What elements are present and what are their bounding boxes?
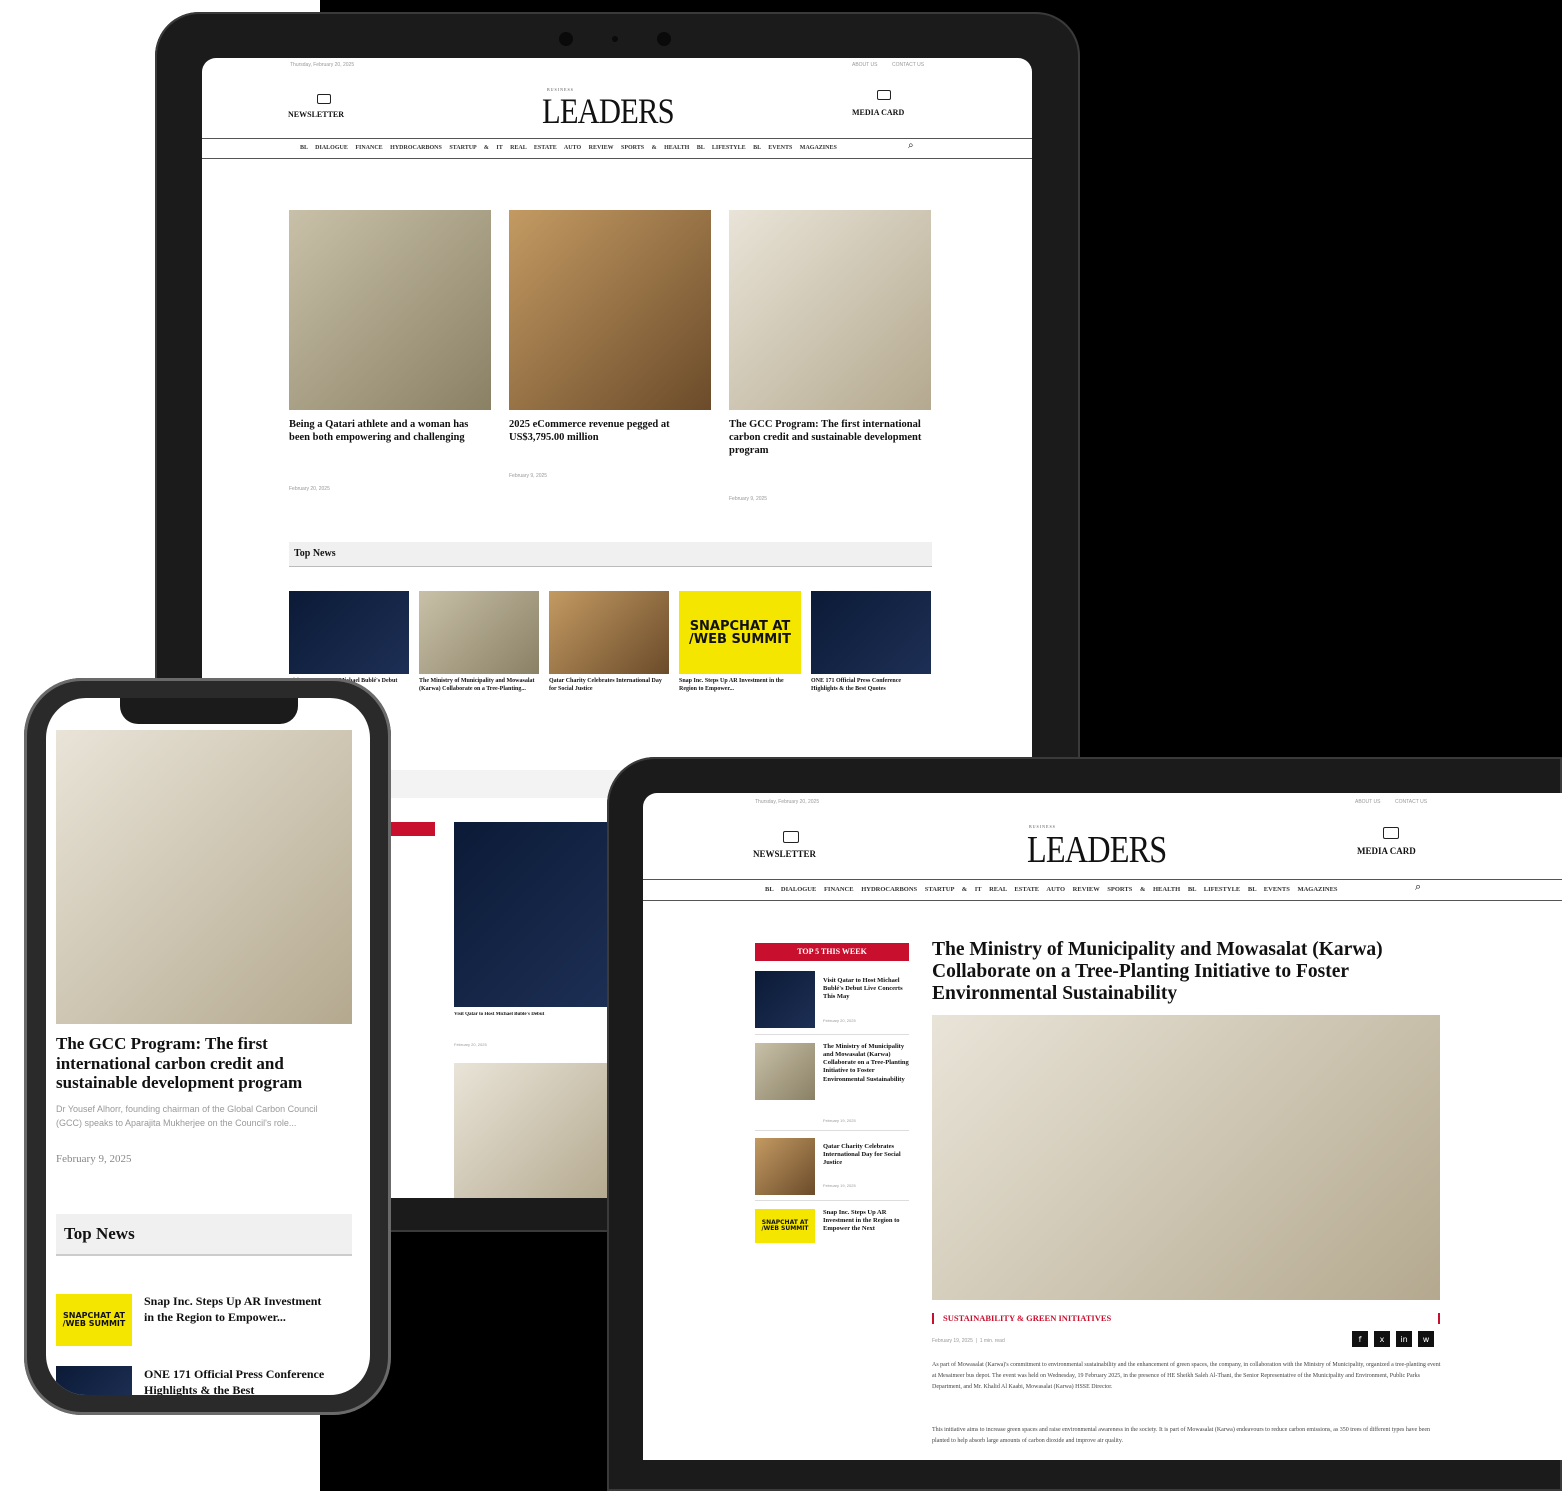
snapchat-logo-thumb[interactable]: SNAPCHAT AT /WEB SUMMIT xyxy=(755,1209,815,1243)
search-icon[interactable]: ⌕ xyxy=(1415,880,1421,894)
news-title[interactable]: ONE 171 Official Press Conference Highli… xyxy=(811,678,929,694)
sidebar-title[interactable]: Qatar Charity Celebrates International D… xyxy=(823,1143,909,1167)
phone-date: February 9, 2025 xyxy=(56,1153,132,1165)
article-date: February 9, 2025 xyxy=(509,473,548,479)
sidebar-thumb[interactable] xyxy=(755,1043,815,1100)
top-news-label: Top News xyxy=(294,548,336,559)
phone-news-title[interactable]: Snap Inc. Steps Up AR Investment in the … xyxy=(144,1293,334,1325)
sidebar-date: February 19, 2025 xyxy=(823,1183,856,1188)
about-link[interactable]: ABOUT US xyxy=(852,62,877,68)
tree-planting-thumb[interactable] xyxy=(454,1063,614,1198)
contact-link[interactable]: CONTACT US xyxy=(892,62,924,68)
news-title[interactable]: Qatar Charity Celebrates International D… xyxy=(549,678,667,694)
x-icon[interactable]: x xyxy=(1374,1331,1390,1347)
whatsapp-icon[interactable]: w xyxy=(1418,1331,1434,1347)
article-headline: The Ministry of Municipality and Mowasal… xyxy=(932,939,1383,1004)
about-link[interactable]: ABOUT US xyxy=(1355,799,1380,805)
small-tablet-screen: Thursday, February 20, 2025 ABOUT US CON… xyxy=(643,793,1562,1460)
article-title[interactable]: Being a Qatari athlete and a woman has b… xyxy=(289,418,489,444)
date-text: Thursday, February 20, 2025 xyxy=(290,62,355,68)
article-date: February 9, 2025 xyxy=(729,496,768,502)
phone-excerpt: Dr Yousef Alhorr, founding chairman of t… xyxy=(56,1104,318,1129)
sidebar-title[interactable]: Visit Qatar to Host Michael Bublé's Debu… xyxy=(823,977,909,1001)
article-date: February 20, 2025 xyxy=(289,486,330,492)
envelope-icon[interactable] xyxy=(317,94,331,104)
sidebar-title[interactable]: Snap Inc. Steps Up AR Investment in the … xyxy=(823,1209,909,1233)
article-image-athlete[interactable] xyxy=(289,210,491,410)
article-image-gcc[interactable] xyxy=(729,210,931,410)
main-nav[interactable]: BL DIALOGUE FINANCE HYDROCARBONS STARTUP… xyxy=(765,886,1338,893)
nav-divider xyxy=(202,158,1032,159)
search-icon[interactable]: ⌕ xyxy=(908,140,914,151)
article-paragraph: As part of Mowasalat (Karwa)'s commitmen… xyxy=(932,1362,1441,1391)
phone-notch xyxy=(120,698,298,724)
category-marker xyxy=(932,1313,934,1324)
site-logo[interactable]: LEADERS xyxy=(1027,828,1167,872)
news-thumb[interactable] xyxy=(549,591,669,674)
phone-headline[interactable]: The GCC Program: The first international… xyxy=(56,1034,352,1093)
newsletter-link[interactable]: NEWSLETTER xyxy=(753,849,816,859)
sidebar-thumb[interactable] xyxy=(755,971,815,1028)
news-thumb[interactable] xyxy=(811,591,931,674)
sidebar-thumb[interactable] xyxy=(755,1138,815,1195)
lower-date: February 20, 2025 xyxy=(454,1042,487,1047)
header-divider xyxy=(643,879,1562,880)
category-marker xyxy=(1438,1313,1440,1324)
envelope-icon[interactable] xyxy=(783,831,799,843)
sidebar-divider xyxy=(755,1034,909,1035)
top-news-bar xyxy=(289,542,932,567)
sidebar-date: February 20, 2025 xyxy=(823,1018,856,1023)
media-card-link[interactable]: MEDIA CARD xyxy=(1357,846,1416,856)
newsletter-link[interactable]: NEWSLETTER xyxy=(288,110,344,119)
card-icon[interactable] xyxy=(877,90,891,100)
nav-divider xyxy=(643,900,1562,901)
site-logo[interactable]: LEADERS xyxy=(542,90,675,132)
snapchat-logo-thumb[interactable]: SNAPCHAT AT /WEB SUMMIT xyxy=(679,591,801,674)
news-title[interactable]: The Ministry of Municipality and Mowasal… xyxy=(419,678,537,694)
contact-link[interactable]: CONTACT US xyxy=(1395,799,1427,805)
date-text: Thursday, February 20, 2025 xyxy=(755,799,820,805)
sidebar-date: February 19, 2025 xyxy=(823,1118,856,1123)
lower-caption[interactable]: Visit Qatar to Host Michael Bublé's Debu… xyxy=(454,1012,614,1017)
linkedin-icon[interactable]: in xyxy=(1396,1331,1412,1347)
sidebar-divider xyxy=(755,1130,909,1131)
article-title[interactable]: The GCC Program: The first international… xyxy=(729,418,931,457)
article-title[interactable]: 2025 eCommerce revenue pegged at US$3,79… xyxy=(509,418,709,444)
article-hero-image xyxy=(932,1015,1440,1300)
article-meta: February 19, 2025 | 1 min. read xyxy=(932,1338,1005,1344)
header-divider xyxy=(202,138,1032,139)
news-thumb[interactable] xyxy=(419,591,539,674)
category-link[interactable]: SUSTAINABILITY & GREEN INITIATIVES xyxy=(943,1313,1111,1323)
news-thumb[interactable] xyxy=(289,591,409,674)
news-title[interactable]: Snap Inc. Steps Up AR Investment in the … xyxy=(679,678,797,694)
phone-news-title[interactable]: ONE 171 Official Press Conference Highli… xyxy=(144,1366,354,1395)
camera-housing xyxy=(540,26,690,52)
media-card-link[interactable]: MEDIA CARD xyxy=(852,108,904,117)
sidebar-label: TOP 5 THIS WEEK xyxy=(797,947,867,956)
news-thumb[interactable] xyxy=(56,1366,132,1395)
top-news-label: Top News xyxy=(64,1224,135,1243)
article-paragraph: This initiative aims to increase green s… xyxy=(932,1427,1430,1445)
main-nav[interactable]: BL DIALOGUE FINANCE HYDROCARBONS STARTUP… xyxy=(300,145,837,151)
red-label-bar xyxy=(387,822,435,836)
snapchat-logo-thumb[interactable]: SNAPCHAT AT /WEB SUMMIT xyxy=(56,1294,132,1346)
sidebar-divider xyxy=(755,1200,909,1201)
article-image-store[interactable] xyxy=(509,210,711,410)
facebook-icon[interactable]: f xyxy=(1352,1331,1368,1347)
concert-image[interactable] xyxy=(454,822,614,1007)
headline-image[interactable] xyxy=(56,730,352,1024)
phone-screen: The GCC Program: The first international… xyxy=(46,698,370,1395)
card-icon[interactable] xyxy=(1383,827,1399,839)
sidebar-title[interactable]: The Ministry of Municipality and Mowasal… xyxy=(823,1043,909,1084)
